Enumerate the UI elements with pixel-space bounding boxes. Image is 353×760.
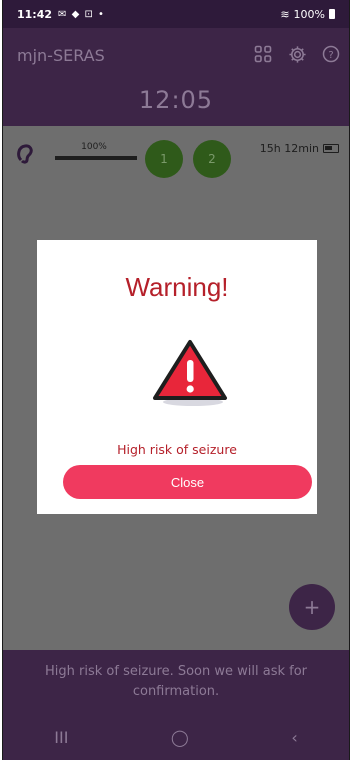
- battery-icon: [329, 9, 335, 19]
- status-bar: 11:42 ✉ ◆ ⊡ • ≋ 100%: [3, 0, 349, 28]
- channel-1-button[interactable]: 1: [145, 140, 183, 178]
- signal-level-fill: [55, 156, 137, 160]
- gear-icon[interactable]: [287, 44, 307, 64]
- app-title: mjn-SERAS: [17, 46, 105, 65]
- status-right: ≋ 100%: [280, 8, 335, 21]
- dialog-title: Warning!: [125, 272, 229, 302]
- app-header: mjn-SERAS ? 12:05: [3, 28, 349, 126]
- add-button[interactable]: +: [289, 584, 335, 630]
- recents-button[interactable]: III: [54, 728, 68, 747]
- grid-icon[interactable]: [253, 44, 273, 64]
- warning-dialog: Warning! High risk of seizure Close: [37, 240, 317, 514]
- ear-icon: [17, 144, 33, 164]
- battery-percent: 100%: [293, 7, 325, 21]
- close-button[interactable]: Close: [63, 465, 312, 499]
- signal-level-label: 100%: [81, 142, 107, 152]
- status-time: 11:42: [17, 7, 53, 21]
- channel-2-button[interactable]: 2: [193, 140, 231, 178]
- battery-time: 15h 12min: [259, 142, 319, 155]
- svg-text:?: ?: [328, 50, 333, 61]
- dialog-message: High risk of seizure: [117, 442, 237, 457]
- session-clock: 12:05: [138, 86, 214, 114]
- status-message: High risk of seizure. Soon we will ask f…: [3, 650, 349, 714]
- notification-icons: ✉ ◆ ⊡ •: [58, 8, 105, 20]
- system-nav-bar: III ◯ ‹: [3, 714, 349, 760]
- warning-triangle-icon: [153, 340, 227, 406]
- help-icon[interactable]: ?: [321, 44, 341, 64]
- signal-level-bar: [55, 156, 137, 160]
- phone-screen: 11:42 ✉ ◆ ⊡ • ≋ 100% mjn-SERAS ? 12:05 1…: [2, 0, 350, 760]
- device-battery-icon: [323, 144, 339, 153]
- back-button[interactable]: ‹: [291, 728, 297, 747]
- header-actions: ?: [253, 44, 341, 64]
- home-button[interactable]: ◯: [171, 728, 189, 747]
- device-status-row: 100% 1 2 15h 12min: [15, 140, 341, 178]
- wifi-signal-icon: ≋: [280, 7, 290, 21]
